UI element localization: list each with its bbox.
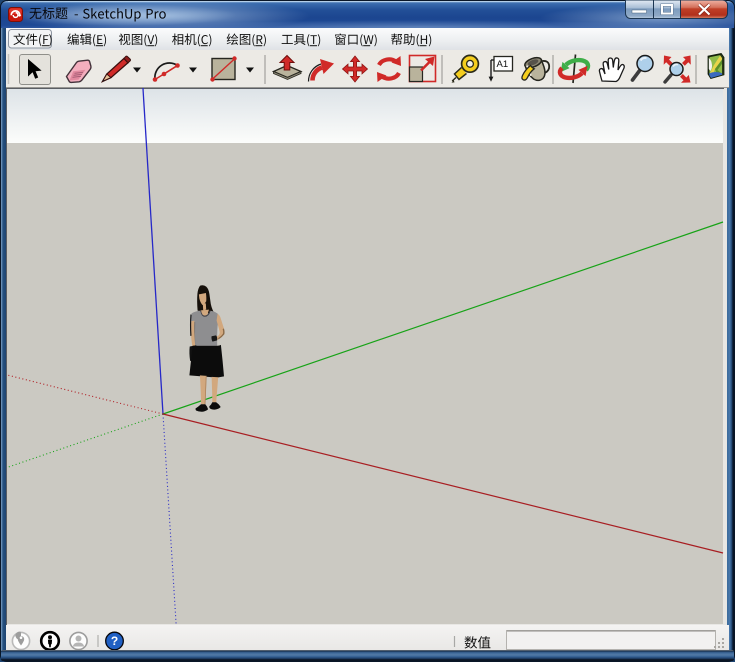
svg-text:A1: A1 — [497, 59, 509, 70]
svg-text:?: ? — [111, 634, 118, 648]
